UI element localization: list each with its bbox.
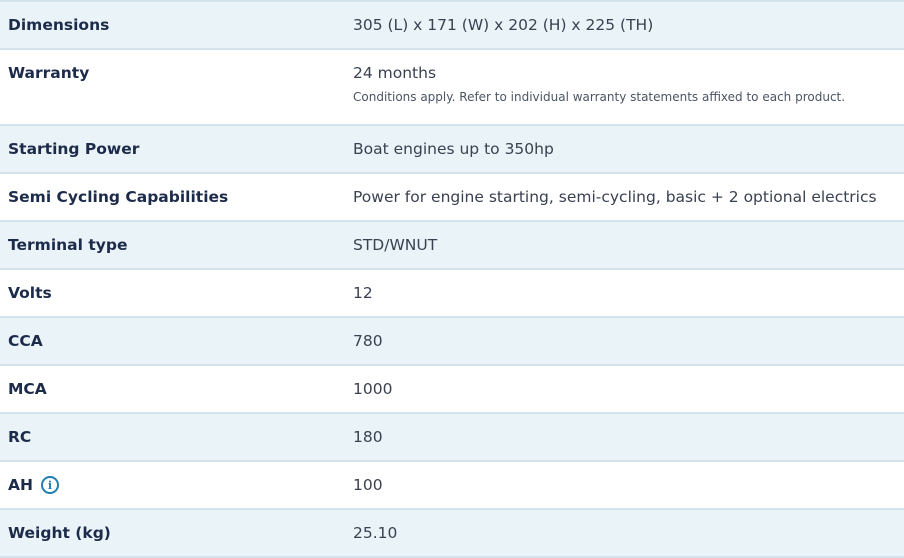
spec-label: Weight (kg) <box>8 524 111 542</box>
spec-value: 180 <box>353 428 383 446</box>
spec-label: Starting Power <box>8 140 140 158</box>
spec-label: Terminal type <box>8 236 128 254</box>
spec-label: Warranty <box>8 64 90 82</box>
spec-row-volts: Volts 12 <box>0 270 904 318</box>
spec-label: Volts <box>8 284 52 302</box>
spec-label: MCA <box>8 380 47 398</box>
spec-label: Semi Cycling Capabilities <box>8 188 229 206</box>
spec-value: 1000 <box>353 380 393 398</box>
spec-row-cca: CCA 780 <box>0 318 904 366</box>
spec-value: 25.10 <box>353 524 398 542</box>
spec-table: Dimensions 305 (L) x 171 (W) x 202 (H) x… <box>0 0 904 558</box>
spec-value: 780 <box>353 332 383 350</box>
spec-label: CCA <box>8 332 43 350</box>
spec-value: STD/WNUT <box>353 236 438 254</box>
spec-row-warranty: Warranty 24 months Conditions apply. Ref… <box>0 50 904 126</box>
spec-label: Dimensions <box>8 16 110 34</box>
spec-row-terminal-type: Terminal type STD/WNUT <box>0 222 904 270</box>
spec-row-dimensions: Dimensions 305 (L) x 171 (W) x 202 (H) x… <box>0 2 904 50</box>
spec-value: Boat engines up to 350hp <box>353 140 554 158</box>
spec-row-ah: AH i 100 <box>0 462 904 510</box>
spec-label: AH <box>8 476 33 494</box>
spec-value: 12 <box>353 284 373 302</box>
spec-row-semi-cycling: Semi Cycling Capabilities Power for engi… <box>0 174 904 222</box>
spec-row-starting-power: Starting Power Boat engines up to 350hp <box>0 126 904 174</box>
info-icon[interactable]: i <box>40 476 59 494</box>
spec-value: 100 <box>353 476 383 494</box>
spec-value: Power for engine starting, semi-cycling,… <box>353 188 877 206</box>
spec-row-rc: RC 180 <box>0 414 904 462</box>
spec-row-mca: MCA 1000 <box>0 366 904 414</box>
spec-label-cell: AH i <box>0 462 345 508</box>
spec-value-cell: 24 months Conditions apply. Refer to ind… <box>345 50 904 124</box>
spec-row-weight: Weight (kg) 25.10 <box>0 510 904 558</box>
spec-value: 24 months <box>353 64 437 82</box>
spec-value: 305 (L) x 171 (W) x 202 (H) x 225 (TH) <box>353 16 654 34</box>
spec-label: RC <box>8 428 32 446</box>
warranty-note: Conditions apply. Refer to individual wa… <box>353 90 846 104</box>
